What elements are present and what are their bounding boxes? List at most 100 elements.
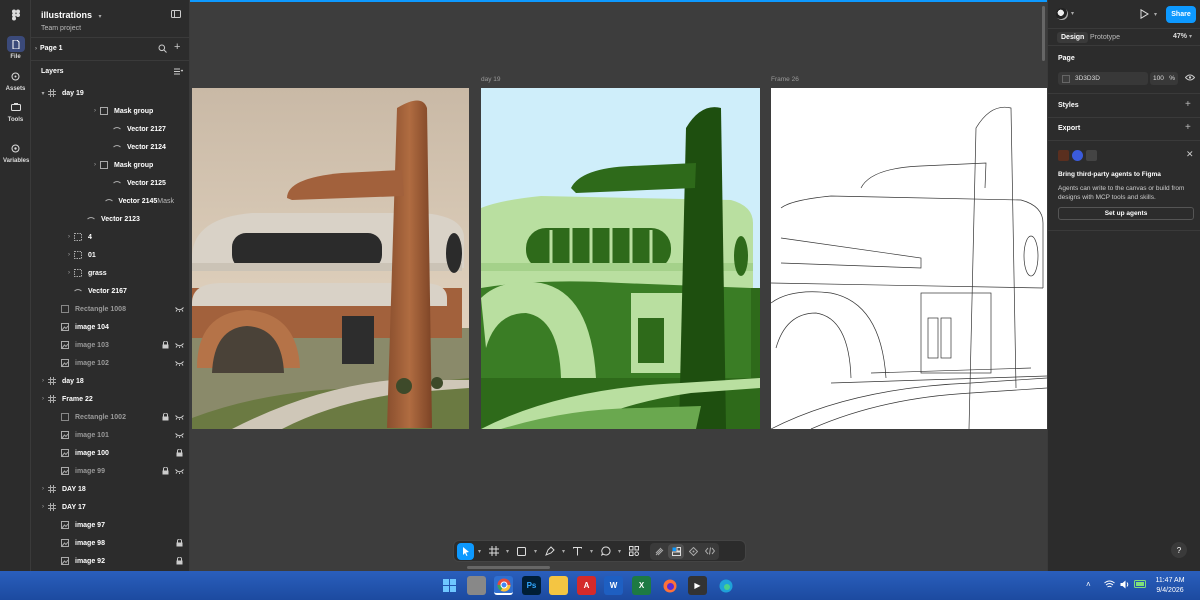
pen-tool-button[interactable] <box>541 543 558 560</box>
chevron-right-icon[interactable]: › <box>39 504 47 510</box>
chevron-up-icon[interactable]: ˄ <box>1086 580 1091 589</box>
prototype-mode-button[interactable] <box>685 544 701 559</box>
draw-mode-button[interactable] <box>651 544 667 559</box>
rail-tools-button[interactable]: Tools <box>3 99 28 123</box>
close-icon[interactable]: ✕ <box>1186 149 1194 160</box>
chevron-down-icon[interactable]: ▾ <box>1071 10 1074 17</box>
layer-row[interactable]: › 01 <box>31 246 189 264</box>
battery-icon[interactable] <box>1134 580 1147 590</box>
layer-row[interactable]: image 102 <box>31 354 189 372</box>
acrobat-icon[interactable]: A <box>577 576 596 595</box>
lock-icon[interactable] <box>174 448 184 458</box>
toggle-sidebar-icon[interactable] <box>171 10 181 20</box>
user-avatar[interactable] <box>1056 8 1068 20</box>
layer-row[interactable]: › 4 <box>31 228 189 246</box>
firefox-icon[interactable] <box>660 576 679 595</box>
layer-row[interactable]: Rectangle 1002 <box>31 408 189 426</box>
canvas[interactable]: day 19 Frame 26 ▾ ▾ ▾ ▾ ▾ ▾ <box>190 0 1047 571</box>
chevron-right-icon[interactable]: › <box>65 234 73 240</box>
layer-row[interactable]: Vector 2123 <box>31 210 189 228</box>
layer-row[interactable]: image 101 <box>31 426 189 444</box>
hidden-eye-icon[interactable] <box>174 430 184 440</box>
layer-row[interactable]: Rectangle 1008 <box>31 300 189 318</box>
layer-row[interactable]: › DAY 17 <box>31 498 189 516</box>
layer-row[interactable]: Vector 2127 <box>31 120 189 138</box>
tab-design[interactable]: Design <box>1057 32 1089 43</box>
system-clock[interactable]: 11:47 AM 9/4/2026 <box>1150 576 1190 596</box>
design-mode-button[interactable] <box>668 543 684 559</box>
chevron-right-icon[interactable]: › <box>39 396 47 402</box>
rail-assets-button[interactable]: Assets <box>3 68 28 92</box>
hidden-eye-icon[interactable] <box>174 340 184 350</box>
help-button[interactable]: ? <box>1171 542 1187 558</box>
dev-mode-button[interactable] <box>702 544 718 559</box>
zoom-level[interactable]: 47% ▾ <box>1173 33 1192 40</box>
chevron-down-icon[interactable]: ▾ <box>588 543 595 560</box>
tab-prototype[interactable]: Prototype <box>1090 34 1120 41</box>
layer-row[interactable]: image 100 <box>31 444 189 462</box>
wifi-icon[interactable] <box>1104 580 1115 591</box>
horizontal-scrollbar[interactable] <box>467 566 550 569</box>
photoshop-icon[interactable]: Ps <box>522 576 541 595</box>
layer-row[interactable]: Vector 2145 Mask <box>31 192 189 210</box>
lineart-frame[interactable] <box>771 88 1047 429</box>
lock-icon[interactable] <box>160 340 170 350</box>
windows-start-icon[interactable] <box>440 576 459 595</box>
file-explorer-alt-icon[interactable] <box>467 576 486 595</box>
frame-label-frame-26[interactable]: Frame 26 <box>771 76 799 83</box>
hidden-eye-icon[interactable] <box>174 304 184 314</box>
folder-icon[interactable] <box>549 576 568 595</box>
layer-row[interactable]: image 98 <box>31 534 189 552</box>
add-style-icon[interactable]: + <box>1185 99 1191 110</box>
video-editor-icon[interactable]: ▶ <box>688 576 707 595</box>
illustration-frame[interactable] <box>481 88 760 429</box>
hidden-eye-icon[interactable] <box>174 412 184 422</box>
hidden-eye-icon[interactable] <box>174 358 184 368</box>
layer-row[interactable]: image 92 <box>31 552 189 570</box>
layer-row[interactable]: Vector 2125 <box>31 174 189 192</box>
comment-tool-button[interactable] <box>597 543 614 560</box>
chevron-right-icon[interactable]: › <box>91 108 99 114</box>
page-opacity-field[interactable]: 100 % <box>1150 72 1178 85</box>
rail-file-button[interactable]: File <box>3 36 28 60</box>
layer-row[interactable]: › day 18 <box>31 372 189 390</box>
frame-tool-button[interactable] <box>485 543 502 560</box>
layers-list-options-icon[interactable] <box>174 68 184 77</box>
search-icon[interactable] <box>158 44 167 55</box>
layer-row[interactable]: image 99 <box>31 462 189 480</box>
volume-icon[interactable] <box>1120 580 1130 591</box>
chevron-down-icon[interactable]: ▾ <box>504 543 511 560</box>
vertical-scrollbar[interactable] <box>1042 6 1045 61</box>
lock-icon[interactable] <box>160 412 170 422</box>
layer-row[interactable]: › Frame 22 <box>31 390 189 408</box>
page-background-field[interactable]: 3D3D3D <box>1058 72 1148 85</box>
lock-icon[interactable] <box>174 538 184 548</box>
figma-logo-icon[interactable] <box>10 9 22 21</box>
layer-row[interactable]: image 104 <box>31 318 189 336</box>
chevron-right-icon[interactable]: › <box>65 252 73 258</box>
file-title[interactable]: illustrations ▾ <box>41 10 102 20</box>
excel-icon[interactable]: X <box>632 576 651 595</box>
chevron-right-icon[interactable]: › <box>39 378 47 384</box>
chevron-down-icon[interactable]: ▾ <box>560 543 567 560</box>
share-button[interactable]: Share <box>1166 6 1196 23</box>
layer-row[interactable]: › DAY 18 <box>31 480 189 498</box>
layer-row[interactable]: › Mask group <box>31 156 189 174</box>
chevron-right-icon[interactable]: › <box>39 486 47 492</box>
layer-row[interactable]: image 103 <box>31 336 189 354</box>
layer-row[interactable]: image 97 <box>31 516 189 534</box>
word-icon[interactable]: W <box>604 576 623 595</box>
edge-icon[interactable] <box>716 576 735 595</box>
add-export-icon[interactable]: + <box>1185 122 1191 133</box>
text-tool-button[interactable] <box>569 543 586 560</box>
hidden-eye-icon[interactable] <box>174 466 184 476</box>
layer-row[interactable]: › Mask group <box>31 102 189 120</box>
add-page-icon[interactable]: + <box>174 41 180 53</box>
page-selector[interactable]: › Page 1 <box>35 45 63 52</box>
move-tool-button[interactable] <box>457 542 474 560</box>
present-play-icon[interactable] <box>1140 8 1149 21</box>
chevron-down-icon[interactable]: ▾ <box>476 543 483 560</box>
layer-row[interactable]: Vector 2167 <box>31 282 189 300</box>
shape-tool-button[interactable] <box>513 543 530 560</box>
color-swatch[interactable] <box>1062 74 1070 83</box>
